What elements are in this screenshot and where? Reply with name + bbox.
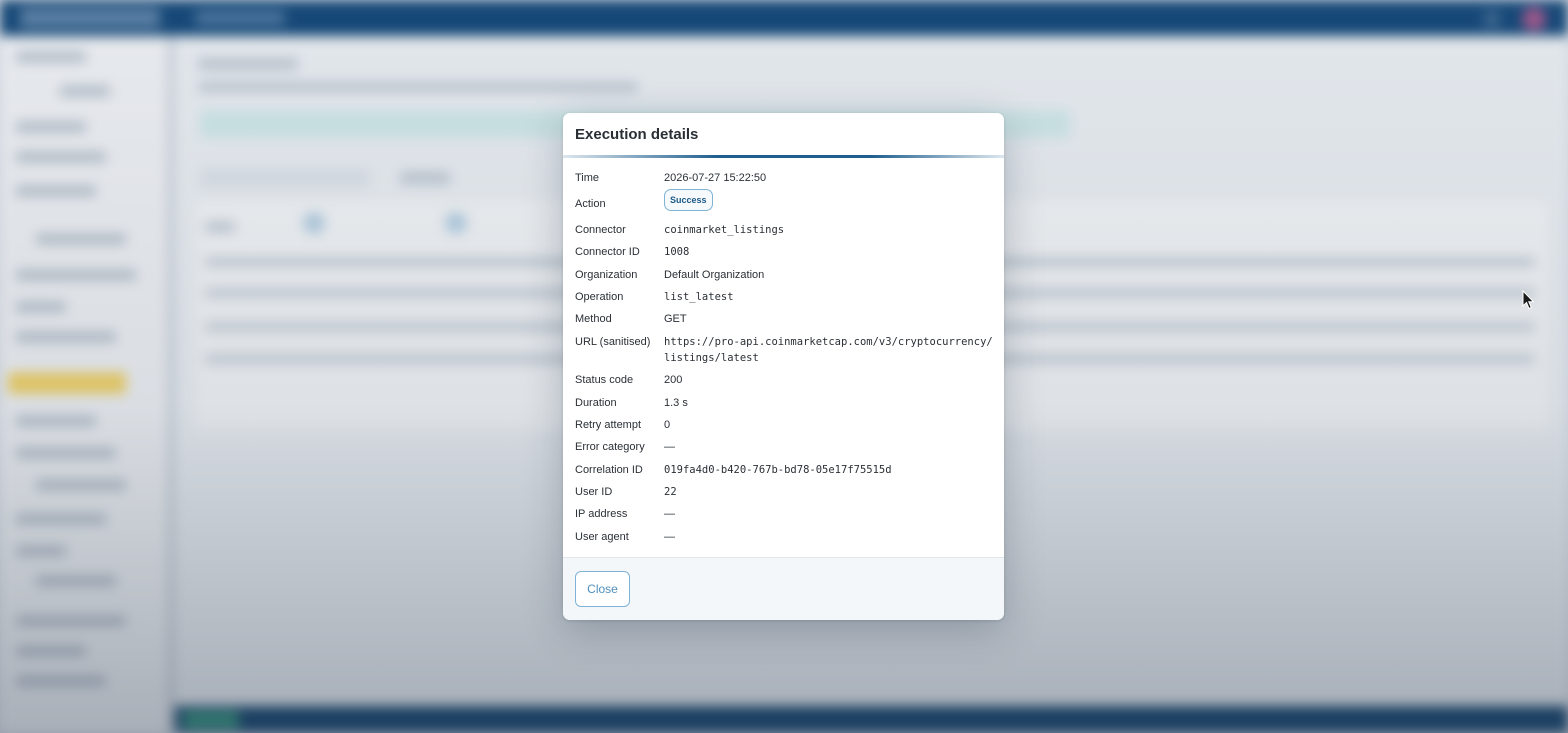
mouse-pointer-icon [1522,290,1535,310]
detail-value-correlation-id: 019fa4d0-b420-767b-bd78-05e17f75515d [664,464,892,476]
detail-label: Operation [575,291,624,303]
detail-label: Duration [575,397,617,409]
detail-label: Method [575,313,612,325]
detail-label: User ID [575,486,613,498]
detail-value-operation: list_latest [664,291,734,303]
detail-label: Connector [575,224,626,236]
close-button[interactable]: Close [575,571,630,607]
detail-value-error-category: — [664,441,675,453]
detail-value-status-code: 200 [664,374,683,386]
detail-label: Correlation ID [575,464,643,476]
detail-label: Error category [575,441,645,453]
detail-label: URL (sanitised) [575,336,651,348]
detail-label: Connector ID [575,246,640,258]
dialog-header: Execution details [563,113,1004,155]
detail-value-duration: 1.3 s [664,397,688,409]
execution-details-dialog: Execution details Time 2026-07-27 15:22:… [563,113,1004,620]
dialog-footer: Close [563,558,1004,620]
detail-value-method: GET [664,313,687,325]
detail-label: Action [575,198,606,210]
detail-value-ip-address: — [664,508,675,520]
detail-label: IP address [575,508,628,520]
detail-label: Time [575,172,600,184]
detail-label: Organization [575,269,638,281]
detail-value-connector-id: 1008 [664,246,690,258]
status-badge: Success [664,189,713,211]
detail-value-organization: Default Organization [664,269,765,281]
detail-label: User agent [575,531,629,543]
detail-value-connector: coinmarket_listings [664,224,785,236]
detail-value-user-agent: — [664,531,675,543]
detail-value-user-id: 22 [664,486,677,498]
detail-label: Retry attempt [575,419,642,431]
detail-label: Status code [575,374,634,386]
detail-value-url-line1: https://pro-api.coinmarketcap.com/v3/cry… [664,336,993,348]
dialog-body: Time 2026-07-27 15:22:50 Action Success … [563,158,1004,558]
detail-value-url-line2: listings/latest [664,352,759,364]
detail-value-time: 2026-07-27 15:22:50 [664,172,767,184]
dialog-title: Execution details [575,126,699,143]
detail-value-retry-attempt: 0 [664,419,671,431]
